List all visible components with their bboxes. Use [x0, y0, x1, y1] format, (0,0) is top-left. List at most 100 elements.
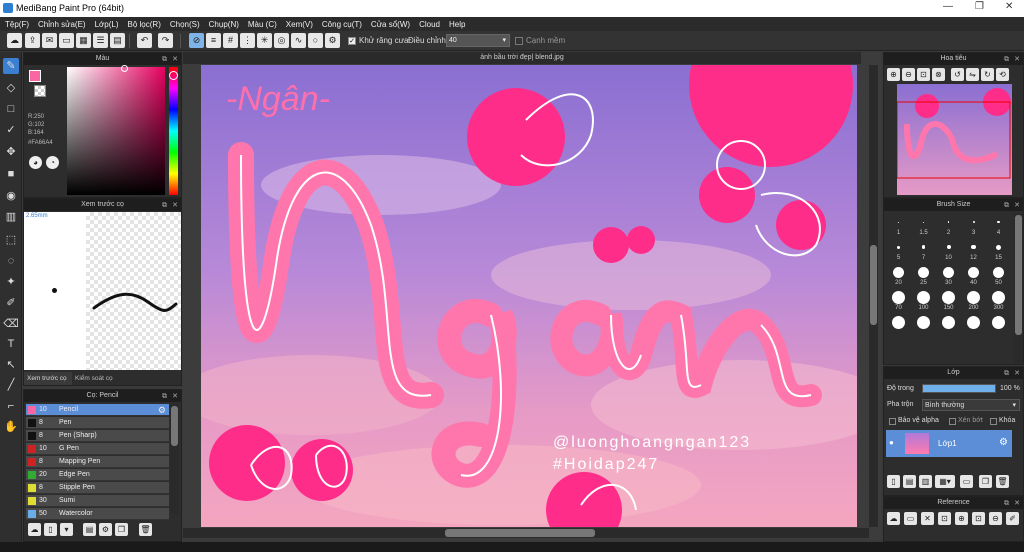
protect-alpha-checkbox[interactable]	[889, 418, 896, 425]
menu-layer[interactable]: Lớp(L)	[95, 20, 119, 29]
operation-tool-icon[interactable]: ↖	[3, 357, 19, 373]
reset-rotation-icon[interactable]: ⟲	[996, 68, 1009, 81]
close-icon[interactable]: ✕	[1014, 368, 1020, 380]
brush-size-preset[interactable]: 300	[986, 290, 1011, 311]
ref-zoom-in-icon[interactable]: ⊕	[955, 512, 968, 525]
scrollbar-thumb[interactable]	[171, 406, 178, 446]
antialias-checkbox[interactable]: ✓	[348, 37, 356, 45]
transparent-color-swatch[interactable]	[34, 85, 46, 97]
brush-size-preset[interactable]	[961, 315, 986, 330]
chat-icon[interactable]: ✉	[42, 33, 57, 48]
brush-size-preset[interactable]: 200	[961, 290, 986, 311]
palette-icon[interactable]: ◕	[29, 156, 42, 169]
brush-item-g-pen[interactable]: 10 G Pen	[26, 443, 169, 455]
add-brush-icon[interactable]: ☁	[28, 523, 41, 536]
folder-icon[interactable]: ▭	[960, 475, 973, 488]
select-tool-icon[interactable]: ⬚	[3, 232, 19, 248]
horizontal-scrollbar[interactable]	[183, 528, 869, 538]
vertical-scrollbar[interactable]	[869, 65, 878, 527]
close-icon[interactable]: ✕	[172, 391, 178, 403]
color-wheel-icon[interactable]: ◔	[46, 156, 59, 169]
brush-item-pencil[interactable]: 10 Pencil ⚙	[26, 404, 169, 416]
menu-edit[interactable]: Chỉnh sửa(E)	[38, 20, 86, 29]
undock-icon[interactable]: ⧉	[1004, 54, 1009, 66]
brush-size-preset[interactable]: 150	[936, 290, 961, 311]
brush-item-watercolor[interactable]: 50 Watercolor	[26, 508, 169, 520]
hand-tool-icon[interactable]: ✋	[3, 419, 19, 435]
brush-size-preset[interactable]: 20	[886, 265, 911, 286]
brush-size-preset[interactable]: 4	[986, 215, 1011, 236]
parallel-snap-icon[interactable]: ≡	[206, 33, 221, 48]
brush-size-preset[interactable]: 1	[886, 215, 911, 236]
brush-size-preset[interactable]: 30	[936, 265, 961, 286]
move-tool-icon[interactable]: ✥	[3, 144, 19, 160]
fill-tool-icon[interactable]: ◉	[3, 188, 19, 204]
fit-icon[interactable]: ⊡	[917, 68, 930, 81]
ellipse-snap-icon[interactable]: ○	[308, 33, 323, 48]
new-layer-icon[interactable]: ▯	[887, 475, 900, 488]
flip-icon[interactable]: ⇋	[966, 68, 979, 81]
horizontal-scrollbar-thumb[interactable]	[445, 529, 595, 537]
saturation-brightness-picker[interactable]	[67, 67, 165, 195]
ref-actual-icon[interactable]: ⊡	[972, 512, 985, 525]
ref-eyedropper-icon[interactable]: ✐	[1006, 512, 1019, 525]
magic-wand-icon[interactable]: ✦	[3, 274, 19, 290]
opacity-slider[interactable]	[922, 384, 996, 393]
upload-icon[interactable]: ⇪	[25, 33, 40, 48]
blend-mode-select[interactable]: Bình thường ▾	[922, 399, 1020, 411]
brush-item-stipple-pen[interactable]: 8 Stipple Pen	[26, 482, 169, 494]
close-icon[interactable]: ✕	[1014, 498, 1020, 510]
brush-duplicate-icon[interactable]: ❐	[115, 523, 128, 536]
line-tool-icon[interactable]: ✓	[3, 122, 19, 138]
undock-icon[interactable]: ⧉	[162, 200, 167, 212]
zoom-in-icon[interactable]: ⊕	[887, 68, 900, 81]
brush-item-sumi[interactable]: 30 Sumi	[26, 495, 169, 507]
brush-size-preset[interactable]: 50	[986, 265, 1011, 286]
brush-size-preset[interactable]	[986, 315, 1011, 330]
rotate-left-icon[interactable]: ↺	[951, 68, 964, 81]
grid-snap-icon[interactable]: #	[223, 33, 238, 48]
menu-file[interactable]: Tệp(F)	[5, 20, 29, 29]
brush-size-preset[interactable]: 10	[936, 240, 961, 261]
brush-item-mapping-pen[interactable]: 8 Mapping Pen	[26, 456, 169, 468]
brush-size-preset[interactable]: 12	[961, 240, 986, 261]
duplicate-layer-icon[interactable]: ❐	[979, 475, 992, 488]
brush-size-preset[interactable]	[936, 315, 961, 330]
cloud-icon[interactable]: ☁	[7, 33, 22, 48]
minimize-icon[interactable]: —	[943, 1, 953, 12]
undock-icon[interactable]: ⧉	[1004, 498, 1009, 510]
list-icon[interactable]: ☰	[93, 33, 108, 48]
brush-item-pen[interactable]: 8 Pen	[26, 417, 169, 429]
ref-folder-icon[interactable]: ▭	[904, 512, 917, 525]
close-icon[interactable]: ✕	[1014, 54, 1020, 66]
actual-size-icon[interactable]: ⊗	[932, 68, 945, 81]
layer-row[interactable]: ● Lớp1 ⚙	[886, 430, 1012, 457]
add-layer-menu-icon[interactable]: ▦▾	[935, 475, 955, 488]
hue-slider[interactable]	[169, 67, 178, 195]
ref-zoom-out-icon[interactable]: ⊖	[989, 512, 1002, 525]
rect-tool-icon[interactable]: ■	[3, 166, 19, 182]
rotate-right-icon[interactable]: ↻	[981, 68, 994, 81]
gradient-tool-icon[interactable]: ▥	[3, 209, 19, 225]
brush-size-preset[interactable]: 70	[886, 290, 911, 311]
eye-icon[interactable]: ●	[889, 438, 894, 447]
select-eraser-icon[interactable]: ⌫	[3, 316, 19, 332]
grid-icon[interactable]: ▦	[76, 33, 91, 48]
lock-checkbox[interactable]	[990, 418, 997, 425]
menu-window[interactable]: Cửa sổ(W)	[371, 20, 410, 29]
close-icon[interactable]: ✕	[172, 200, 178, 212]
delete-brush-icon[interactable]: 🗑	[139, 523, 152, 536]
undock-icon[interactable]: ⧉	[1004, 200, 1009, 212]
ref-close-icon[interactable]: ✕	[921, 512, 934, 525]
menu-snap[interactable]: Chụp(N)	[209, 20, 239, 29]
select-pen-icon[interactable]: ✐	[3, 295, 19, 311]
tab-brush-control[interactable]: Kiểm soát cọ	[72, 372, 120, 385]
zoom-out-icon[interactable]: ⊖	[902, 68, 915, 81]
brush-size-preset[interactable]: 7	[911, 240, 936, 261]
brush-size-preset[interactable]: 5	[886, 240, 911, 261]
menu-help[interactable]: Help	[449, 20, 465, 29]
brush-size-preset[interactable]: 2	[936, 215, 961, 236]
brush-list-scrollbar[interactable]	[170, 404, 179, 514]
circle-snap-icon[interactable]: ◎	[274, 33, 289, 48]
brush-size-preset[interactable]: 40	[961, 265, 986, 286]
